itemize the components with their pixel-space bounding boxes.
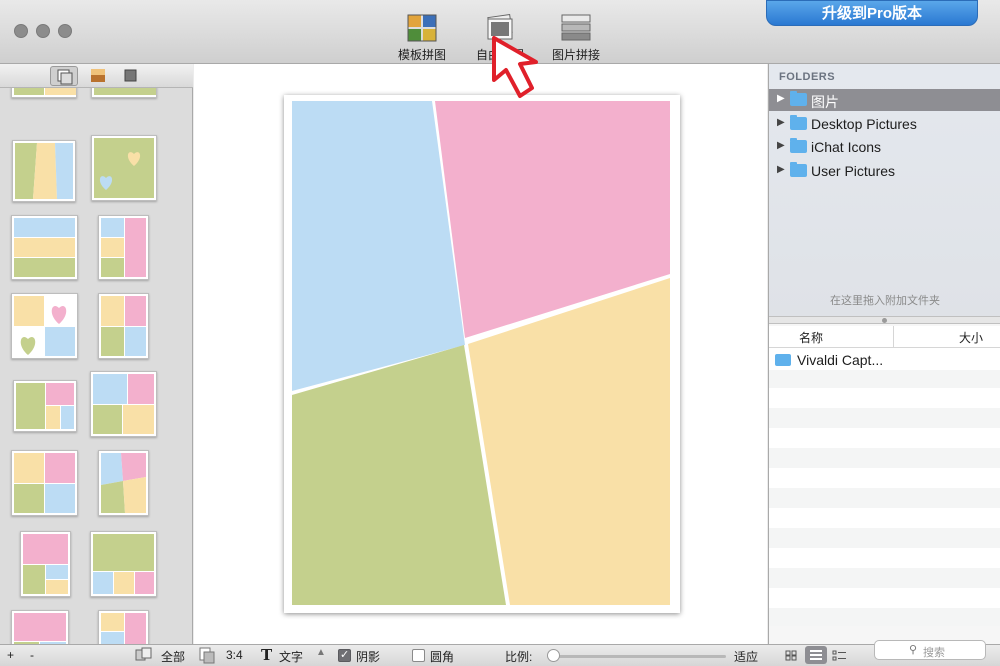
template-thumb-10[interactable] [11, 450, 78, 516]
template-thumb-13[interactable] [90, 531, 157, 597]
folder-icon [790, 91, 807, 106]
collage-canvas-area [194, 64, 767, 644]
template-thumb-3[interactable] [91, 135, 157, 201]
folder-label: iChat Icons [811, 139, 882, 155]
scale-slider[interactable] [552, 655, 726, 658]
collage-page [284, 95, 680, 613]
template-thumb-1[interactable] [91, 88, 157, 98]
file-table: 名称 大小 Vivaldi Capt... [769, 326, 1000, 626]
folder-label: Desktop Pictures [811, 116, 917, 132]
folders-header: FOLDERS [779, 71, 836, 83]
template-thumb-11[interactable] [98, 450, 149, 516]
search-icon: ⚲ [909, 644, 918, 656]
status-bar: + - 全部 3:4 T 文字 ▲ 阴影 圆角 比例: 适应 [0, 644, 1000, 666]
folder-label: 图片 [811, 94, 839, 110]
template-thumb-9[interactable] [90, 371, 157, 437]
shadow-settings-icon[interactable]: ▲ [316, 647, 326, 658]
layouts-icon [57, 69, 73, 85]
folder-icon [790, 115, 807, 130]
tab-layouts[interactable] [50, 66, 78, 86]
template-thumb-0[interactable] [11, 88, 77, 98]
aspect-ratio-icon[interactable] [198, 647, 218, 664]
file-table-header: 名称 大小 [769, 326, 1000, 348]
scale-label: 比例: [505, 650, 533, 664]
text-tool-icon[interactable]: T [261, 646, 272, 664]
disclosure-triangle-icon[interactable]: ▶ [777, 164, 785, 175]
list-view-icon[interactable] [805, 646, 827, 664]
template-collage-icon [407, 14, 437, 42]
file-name: Vivaldi Capt... [797, 352, 884, 368]
frame-icon [124, 69, 137, 82]
collage-cell-green [292, 345, 506, 605]
remove-button[interactable]: - [30, 648, 34, 662]
add-button[interactable]: + [7, 648, 14, 662]
show-all-button[interactable]: 全部 [161, 648, 185, 665]
shadow-label: 阴影 [356, 650, 381, 664]
drop-folder-hint: 在这里拖入附加文件夹 [830, 295, 940, 307]
search-placeholder: 搜索 [923, 647, 945, 659]
tab-backgrounds[interactable] [84, 66, 112, 86]
disclosure-triangle-icon[interactable]: ▶ [777, 93, 785, 104]
disclosure-triangle-icon[interactable]: ▶ [777, 140, 785, 151]
template-thumb-8[interactable] [13, 380, 77, 432]
template-thumb-2[interactable] [12, 140, 76, 202]
template-thumb-12[interactable] [20, 531, 71, 597]
search-input[interactable]: ⚲ 搜索 [874, 640, 986, 660]
column-size[interactable]: 大小 [959, 329, 983, 346]
template-thumb-15[interactable] [98, 610, 149, 644]
zoom-window-button[interactable] [58, 24, 72, 38]
round-corner-label: 圆角 [430, 650, 455, 664]
split-divider[interactable] [769, 316, 1000, 324]
column-name[interactable]: 名称 [799, 329, 823, 346]
folder-label: User Pictures [811, 163, 896, 179]
folders-section: FOLDERS ▶ 图片 ▶ Desktop Pictures ▶ iChat … [769, 64, 1000, 316]
collage-cell-blue [292, 101, 465, 391]
template-panel [0, 64, 193, 644]
text-tool-label[interactable]: 文字 [279, 648, 303, 665]
template-thumb-4[interactable] [11, 215, 78, 280]
table-row[interactable]: Vivaldi Capt... [769, 350, 1000, 370]
template-collage-button[interactable]: 模板拼图 [384, 14, 460, 62]
minimize-window-button[interactable] [36, 24, 50, 38]
template-thumb-5[interactable] [98, 215, 149, 280]
collage-layout [292, 101, 670, 605]
template-thumb-14[interactable] [11, 610, 69, 644]
scale-slider-knob[interactable] [547, 649, 560, 662]
shadow-checkbox[interactable] [338, 648, 351, 662]
folder-item-desktop-pictures[interactable]: ▶ Desktop Pictures [769, 113, 1000, 135]
folder-item-user-pictures[interactable]: ▶ User Pictures [769, 160, 1000, 182]
upgrade-pro-button[interactable]: 升级到Pro版本 [766, 0, 978, 26]
app-window: 模板拼图 自由拼图 图片拼接 升级到Pro版本 [0, 0, 1000, 666]
round-corner-checkbox[interactable] [412, 649, 425, 662]
template-thumb-7[interactable] [98, 293, 149, 359]
template-collage-label: 模板拼图 [397, 48, 446, 62]
detail-view-icon[interactable] [832, 649, 848, 662]
filter-icon[interactable] [135, 647, 153, 663]
fit-button[interactable]: 适应 [734, 648, 758, 665]
folder-icon [790, 162, 807, 177]
folder-item-ichat-icons[interactable]: ▶ iChat Icons [769, 136, 1000, 158]
template-thumb-6[interactable] [11, 293, 78, 359]
background-image-icon [91, 69, 105, 82]
template-tabs [0, 64, 193, 88]
annotation-arrow-icon [492, 36, 538, 98]
folder-icon [775, 354, 791, 366]
template-grid [0, 88, 193, 644]
tab-frames[interactable] [116, 66, 144, 86]
split-handle-icon[interactable] [882, 318, 887, 323]
browser-panel: FOLDERS ▶ 图片 ▶ Desktop Pictures ▶ iChat … [768, 64, 1000, 644]
disclosure-triangle-icon[interactable]: ▶ [777, 117, 785, 128]
close-window-button[interactable] [14, 24, 28, 38]
folder-item-pictures[interactable]: ▶ 图片 [769, 89, 1000, 111]
aspect-ratio-value[interactable]: 3:4 [226, 648, 243, 662]
folder-icon [790, 138, 807, 153]
grid-view-icon[interactable] [784, 649, 798, 662]
